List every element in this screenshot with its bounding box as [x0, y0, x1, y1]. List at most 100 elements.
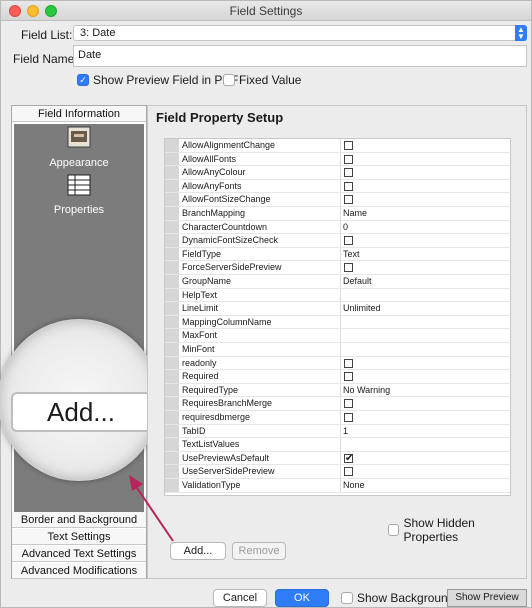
table-row[interactable]: MappingColumnName: [165, 315, 510, 330]
property-value[interactable]: None: [343, 479, 508, 492]
table-row[interactable]: AllowAnyColour: [165, 166, 510, 180]
property-checkbox[interactable]: [344, 168, 353, 178]
property-checkbox-checked[interactable]: ✔: [344, 453, 353, 463]
column-separator: [340, 465, 341, 478]
property-name: requiresdbmerge: [182, 412, 251, 422]
ok-button[interactable]: OK: [275, 589, 329, 607]
table-row[interactable]: TabID 1: [165, 424, 510, 439]
fixed-value-checkbox[interactable]: Fixed Value: [223, 73, 301, 87]
table-row[interactable]: AllowFontSizeChange: [165, 193, 510, 207]
checkbox-box[interactable]: [341, 592, 353, 604]
property-checkbox[interactable]: [344, 154, 353, 164]
property-name: AllowFontSizeChange: [182, 194, 271, 205]
property-checkbox[interactable]: [344, 467, 353, 477]
table-row[interactable]: Required: [165, 370, 510, 384]
column-separator: [340, 356, 341, 370]
table-row[interactable]: AllowAllFonts: [165, 152, 510, 167]
show-preview-button[interactable]: Show Preview: [447, 589, 527, 607]
property-checkbox[interactable]: [344, 263, 353, 273]
checkbox-box[interactable]: [388, 524, 400, 536]
table-row[interactable]: UsePreviewAsDefault ✔: [165, 451, 510, 466]
field-list-label: Field List:: [21, 28, 73, 42]
property-name: AllowAllFonts: [182, 153, 237, 164]
property-value[interactable]: Text: [343, 248, 508, 261]
row-grip: [165, 370, 179, 383]
field-list-select[interactable]: 3: Date ▲ ▼: [73, 25, 527, 41]
table-row[interactable]: requiresdbmerge: [165, 411, 510, 425]
show-hidden-properties-checkbox[interactable]: Show Hidden Properties: [388, 516, 526, 544]
table-row[interactable]: DynamicFontSizeCheck: [165, 234, 510, 248]
sidebar-item-properties[interactable]: Properties: [14, 204, 144, 216]
table-row[interactable]: GroupName Default: [165, 275, 510, 289]
show-background-checkbox[interactable]: Show Background: [341, 591, 454, 605]
table-row[interactable]: AllowAlignmentChange: [165, 139, 510, 153]
row-grip: [165, 383, 179, 397]
table-row[interactable]: BranchMapping Name: [165, 207, 510, 221]
property-value[interactable]: Default: [343, 275, 508, 288]
property-name: RequiredType: [182, 384, 239, 395]
property-checkbox[interactable]: [344, 413, 353, 422]
property-value[interactable]: Unlimited: [343, 302, 508, 315]
row-grip: [165, 193, 179, 206]
field-name-label: Field Name:: [13, 52, 78, 66]
table-row[interactable]: MaxFont: [165, 329, 510, 343]
row-grip: [165, 397, 179, 410]
property-value[interactable]: No Warning: [343, 384, 508, 397]
property-checkbox[interactable]: [344, 358, 353, 368]
property-table[interactable]: AllowAlignmentChange AllowAllFonts AllowAn…: [164, 138, 511, 496]
property-value[interactable]: 0: [343, 221, 508, 234]
table-row[interactable]: readonly: [165, 356, 510, 371]
property-value[interactable]: 1: [343, 425, 508, 438]
property-name: UsePreviewAsDefault: [182, 452, 270, 463]
checkbox-box[interactable]: [223, 74, 235, 86]
row-grip: [165, 207, 179, 220]
table-row[interactable]: ValidationType None: [165, 479, 510, 493]
tab-advanced-modifications[interactable]: Advanced Modifications: [12, 563, 146, 579]
table-row[interactable]: UseServerSidePreview: [165, 465, 510, 479]
property-value[interactable]: Name: [343, 207, 508, 220]
table-row[interactable]: HelpText: [165, 288, 510, 303]
chevron-updown-icon[interactable]: ▲ ▼: [515, 25, 527, 41]
property-checkbox[interactable]: [344, 195, 353, 205]
table-row[interactable]: AllowAnyFonts: [165, 179, 510, 194]
table-row[interactable]: TextListValues: [165, 438, 510, 452]
table-row[interactable]: LineLimit Unlimited: [165, 302, 510, 316]
property-name: RequiresBranchMerge: [182, 398, 273, 409]
property-checkbox[interactable]: [344, 399, 353, 409]
row-grip: [165, 438, 179, 451]
property-checkbox[interactable]: [344, 372, 353, 382]
property-name: BranchMapping: [182, 208, 246, 218]
checkmark-icon[interactable]: ✓: [77, 74, 89, 86]
table-row[interactable]: CharacterCountdown 0: [165, 220, 510, 235]
show-preview-field-checkbox[interactable]: ✓ Show Preview Field in PDF: [77, 73, 238, 87]
properties-icon[interactable]: [67, 174, 91, 196]
table-row[interactable]: MinFont: [165, 343, 510, 357]
appearance-icon[interactable]: [67, 126, 91, 148]
column-separator: [340, 152, 341, 166]
property-checkbox[interactable]: [344, 236, 353, 246]
cancel-button[interactable]: Cancel: [213, 589, 267, 607]
property-name: Required: [182, 371, 219, 382]
column-separator: [340, 438, 341, 451]
property-name: CharacterCountdown: [182, 221, 268, 232]
property-checkbox[interactable]: [344, 141, 353, 150]
property-name: ValidationType: [182, 480, 241, 490]
column-separator: [340, 247, 341, 261]
column-separator: [340, 315, 341, 329]
row-grip: [165, 288, 179, 302]
table-row[interactable]: RequiresBranchMerge: [165, 397, 510, 411]
window-title: Field Settings: [229, 4, 303, 18]
table-row[interactable]: RequiredType No Warning: [165, 383, 510, 398]
property-checkbox[interactable]: [344, 181, 353, 191]
column-separator: [340, 411, 341, 424]
column-separator: [340, 302, 341, 315]
sidebar-item-appearance[interactable]: Appearance: [14, 157, 144, 169]
tab-field-information[interactable]: Field Information: [12, 106, 146, 122]
column-separator: [340, 166, 341, 179]
table-row[interactable]: ForceServerSidePreview: [165, 261, 510, 275]
column-separator: [340, 397, 341, 410]
field-name-input[interactable]: Date: [73, 45, 527, 67]
table-row[interactable]: FieldType Text: [165, 247, 510, 262]
remove-property-button[interactable]: Remove: [232, 542, 286, 560]
row-grip: [165, 275, 179, 288]
